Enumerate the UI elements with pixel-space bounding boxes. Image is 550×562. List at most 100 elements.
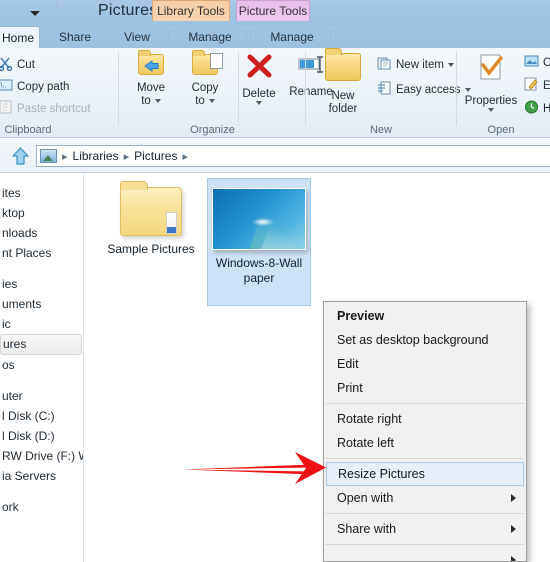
copy-path-button[interactable]: \.. Copy path	[0, 78, 69, 95]
cut-button[interactable]: Cut	[0, 56, 35, 74]
sidebar-item-dvd-rw-drive[interactable]: RW Drive (F:) W	[0, 446, 83, 466]
tab-manage-picture[interactable]: Manage	[258, 26, 326, 48]
caret-down-icon[interactable]	[29, 6, 42, 19]
edit-pencil-icon	[524, 77, 539, 94]
up-arrow-icon[interactable]	[10, 146, 31, 166]
sidebar-item-local-disk-c[interactable]: l Disk (C:)	[0, 406, 83, 426]
sidebar-label-recent-places: nt Places	[2, 246, 52, 260]
address-bar: ▸ Libraries ▸ Pictures ▸	[0, 139, 550, 173]
menu-separator-3	[326, 513, 524, 514]
history-clock-icon	[524, 100, 539, 117]
menu-label-rotate-left: Rotate left	[337, 436, 394, 450]
list-item[interactable]: Windows-8-Wall paper	[207, 178, 311, 306]
menu-label-resize-pictures: Resize Pictures	[338, 467, 425, 481]
thumbnail-glow	[251, 217, 274, 226]
copy-to-button[interactable]: Copy to	[178, 53, 232, 107]
new-folder-button[interactable]: New folder	[315, 53, 371, 115]
menu-separator-2	[326, 458, 524, 459]
edit-button[interactable]: Ed	[524, 77, 550, 94]
sidebar-item-documents[interactable]: uments	[0, 294, 83, 314]
sidebar-item-downloads[interactable]: nloads	[0, 223, 83, 243]
submenu-arrow-icon	[511, 494, 516, 502]
tab-view[interactable]: View	[108, 26, 166, 48]
new-item-button[interactable]: New item	[377, 56, 454, 74]
sidebar-label-desktop: ktop	[2, 206, 25, 220]
menu-label-print: Print	[337, 381, 363, 395]
context-menu[interactable]: Preview Set as desktop background Edit P…	[323, 301, 527, 562]
open-button[interactable]: Op	[524, 54, 550, 71]
ribbon-separator-1	[118, 52, 119, 126]
delete-caret-icon[interactable]	[256, 101, 262, 105]
menu-item-set-as-desktop-background[interactable]: Set as desktop background	[324, 328, 526, 352]
open-icon	[524, 54, 539, 71]
sidebar-label-downloads: nloads	[2, 226, 38, 240]
title-bar: Pictures Library Tools Picture Tools	[0, 0, 550, 26]
sidebar-item-network[interactable]: ork	[0, 497, 83, 517]
sidebar-item-videos[interactable]: os	[0, 355, 83, 375]
tab-view-label: View	[124, 30, 150, 44]
ribbon-tabstrip: Home Share View Manage Manage	[0, 26, 550, 48]
sidebar-gap-2	[0, 375, 83, 386]
menu-label-set-as-desktop-background: Set as desktop background	[337, 333, 489, 347]
tab-share[interactable]: Share	[44, 26, 106, 48]
sidebar-label-music: ic	[2, 317, 11, 331]
menu-item-send-to[interactable]	[324, 548, 526, 561]
sidebar-label-favorites: ites	[2, 186, 21, 200]
sidebar-label-videos: os	[2, 358, 15, 372]
menu-item-rotate-left[interactable]: Rotate left	[324, 431, 526, 455]
delete-button[interactable]: Delete	[232, 54, 286, 105]
move-to-button[interactable]: Move to	[124, 54, 178, 107]
paste-shortcut-button: Paste shortcut	[0, 100, 91, 117]
quick-access-toolbar[interactable]	[0, 2, 46, 22]
breadcrumb-pictures[interactable]: Pictures	[131, 149, 180, 163]
new-item-caret-icon[interactable]	[447, 63, 454, 67]
properties-caret-icon[interactable]	[488, 108, 494, 112]
sidebar-gap-3	[0, 486, 83, 497]
breadcrumb-bar[interactable]: ▸ Libraries ▸ Pictures ▸	[36, 145, 550, 167]
copy-to-label-2: to	[195, 94, 205, 107]
tab-manage-library-label: Manage	[188, 30, 232, 44]
sidebar-item-music[interactable]: ic	[0, 314, 83, 334]
menu-item-rotate-right[interactable]: Rotate right	[324, 407, 526, 431]
sidebar-item-favorites[interactable]: ites	[0, 183, 83, 203]
titlebar-divider	[56, 2, 57, 21]
ribbon-group-open: Properties Op	[458, 48, 550, 137]
copy-to-caret-icon[interactable]	[208, 98, 215, 103]
tabstrip-divider-3	[250, 30, 251, 44]
sidebar-label-local-disk-d: l Disk (D:)	[2, 429, 55, 443]
tabstrip-divider-1	[168, 30, 169, 44]
sidebar-item-desktop[interactable]: ktop	[0, 203, 83, 223]
sidebar-item-computer[interactable]: uter	[0, 386, 83, 406]
sidebar-item-media-servers[interactable]: ia Servers	[0, 466, 83, 486]
menu-item-print[interactable]: Print	[324, 376, 526, 400]
sidebar-item-pictures[interactable]: ures	[0, 334, 82, 355]
menu-label-preview: Preview	[337, 309, 385, 323]
contextual-tab-library-tools[interactable]: Library Tools	[152, 0, 230, 21]
sidebar-item-recent-places[interactable]: nt Places	[0, 243, 83, 263]
sidebar-item-local-disk-d[interactable]: l Disk (D:)	[0, 426, 83, 446]
group-label-clipboard: Clipboard	[4, 124, 52, 136]
breadcrumb-separator-1[interactable]: ▸	[122, 150, 132, 163]
navigation-pane[interactable]: ites ktop nloads nt Places ies uments ic…	[0, 173, 84, 562]
tab-home[interactable]: Home	[0, 26, 40, 48]
sidebar-item-libraries[interactable]: ies	[0, 274, 83, 294]
menu-item-share-with[interactable]: Share with	[324, 517, 526, 541]
menu-item-preview[interactable]: Preview	[324, 304, 526, 328]
history-button[interactable]: Hi	[524, 100, 550, 117]
sidebar-label-network: ork	[2, 500, 19, 514]
contextual-tab-picture-tools[interactable]: Picture Tools	[236, 0, 310, 21]
menu-item-resize-pictures[interactable]: Resize Pictures	[326, 462, 524, 486]
menu-item-edit[interactable]: Edit	[324, 352, 526, 376]
ribbon-group-organize: Move to Copy to Delete Rename Organize	[120, 48, 333, 137]
menu-separator-1	[326, 403, 524, 404]
menu-separator-4	[326, 544, 524, 545]
move-to-caret-icon[interactable]	[154, 98, 161, 103]
breadcrumb-separator-2[interactable]: ▸	[180, 150, 190, 163]
properties-button[interactable]: Properties	[462, 53, 520, 112]
menu-item-open-with[interactable]: Open with	[324, 486, 526, 510]
tabstrip-divider-4	[330, 30, 331, 44]
new-folder-icon	[325, 53, 361, 81]
breadcrumb-libraries[interactable]: Libraries	[70, 149, 122, 163]
tab-manage-library[interactable]: Manage	[176, 26, 244, 48]
list-item[interactable]: Sample Pictures	[99, 178, 203, 306]
